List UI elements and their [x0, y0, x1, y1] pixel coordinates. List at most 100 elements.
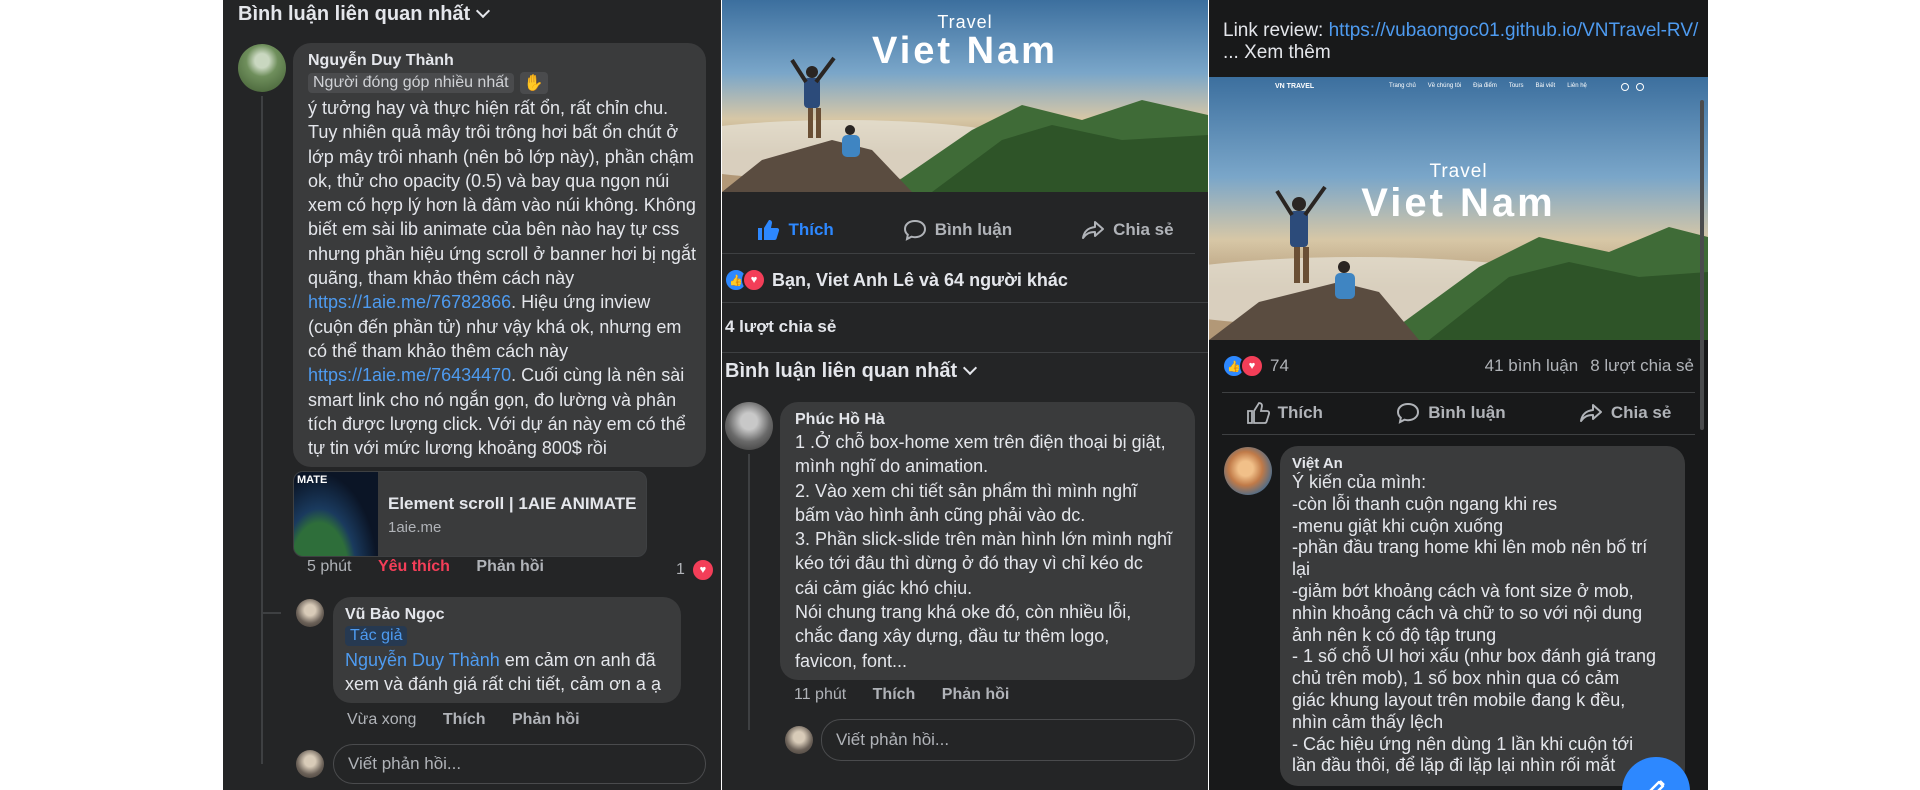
reply-input[interactable]: Viết phản hồi...: [821, 719, 1195, 761]
website-screenshot[interactable]: VN TRAVEL Trang chủ Về chúng tôi Địa điể…: [1209, 77, 1708, 340]
site-nav-item: Địa điểm: [1473, 83, 1497, 89]
like-button[interactable]: Thích: [756, 219, 834, 241]
reply-meta: Vừa xong Thích Phản hồi: [347, 711, 602, 729]
link-preview-card[interactable]: MATE Element scroll | 1AIE ANIMATE 1aie.…: [293, 471, 647, 557]
comment-text: ý tưởng hay và thực hiện rất ổn, rất chỉ…: [308, 96, 696, 462]
scrollbar[interactable]: [1700, 100, 1704, 430]
comment-line: kéo tới đâu thì dừng ở đó thay vì chỉ ké…: [795, 553, 1143, 574]
like-button[interactable]: Thích: [1246, 402, 1323, 424]
reaction-summary[interactable]: 👍 ♥ 74: [1222, 354, 1289, 378]
site-nav-item: Liên hệ: [1567, 83, 1587, 89]
like-button[interactable]: Thích: [443, 711, 486, 728]
thread-line: [261, 96, 263, 764]
comment-line: -còn lỗi thanh cuộn ngang khi res: [1292, 493, 1558, 514]
reaction-count: 1: [676, 561, 685, 578]
reaction-count: 74: [1270, 356, 1289, 375]
reply-input[interactable]: Viết phản hồi...: [333, 744, 706, 784]
comment-bubble: Nguyễn Duy Thành Người đóng góp nhiều nh…: [293, 43, 706, 467]
comment-line: ảnh nên k có độ tập trung: [1292, 624, 1497, 645]
comment-author[interactable]: Phúc Hồ Hà: [795, 411, 1190, 429]
review-link[interactable]: https://vubaongoc01.github.io/VNTravel-R…: [1329, 20, 1699, 41]
comment-author[interactable]: Việt An: [1292, 455, 1680, 472]
mention-link[interactable]: Nguyễn Duy Thành: [345, 650, 500, 670]
avatar[interactable]: [238, 44, 286, 92]
comment-meta: 5 phút Yêu thích Phản hồi: [307, 558, 566, 576]
thumbs-up-icon: [1246, 402, 1270, 424]
comments-count[interactable]: 41 bình luận: [1485, 356, 1579, 376]
avatar[interactable]: [725, 402, 773, 450]
comment-text: 1 .Ở chỗ box-home xem trên điện thoại bị…: [795, 430, 1190, 673]
divider: [1222, 434, 1695, 435]
site-user-icon: [1636, 83, 1644, 91]
comment-reaction-count[interactable]: 1 ♥: [676, 558, 715, 582]
comment-text: Ý kiến của mình: -còn lỗi thanh cuộn nga…: [1292, 472, 1680, 777]
wave-icon: ✋: [519, 72, 548, 94]
avatar: [296, 750, 324, 778]
comment-button[interactable]: Bình luận: [903, 219, 1012, 241]
comment-link[interactable]: https://1aie.me/76434470: [308, 365, 511, 385]
comment-sort-label: Bình luận liên quan nhất: [238, 3, 471, 25]
thread-branch: [261, 612, 281, 614]
site-nav-item: Về chúng tôi: [1427, 83, 1462, 89]
comment-button[interactable]: Bình luận: [1396, 402, 1506, 424]
top-contributor-badge: Người đóng góp nhiều nhất: [308, 73, 514, 93]
post-image[interactable]: Travel Viet Nam: [722, 0, 1208, 192]
reaction-summary[interactable]: 👍 ♥ Bạn, Viet Anh Lê và 64 người khác: [724, 268, 1068, 292]
shares-count[interactable]: 8 lượt chia sẻ: [1590, 356, 1694, 376]
comment-time[interactable]: 5 phút: [307, 558, 351, 575]
heart-icon: ♥: [690, 558, 715, 582]
post-action-bar: Thích Bình luận Chia sẻ: [1209, 394, 1708, 432]
reply-button[interactable]: Phản hồi: [942, 686, 1010, 703]
comment-line: lần đầu thôi, để lặp đi lặp lại nhìn rối…: [1292, 755, 1616, 776]
reply-bubble: Vũ Bảo Ngọc Tác giả Nguyễn Duy Thành em …: [333, 597, 681, 703]
reply-text: Nguyễn Duy Thành em cảm ơn anh đã xem và…: [345, 648, 671, 697]
comment-label: Bình luận: [934, 220, 1013, 239]
love-reaction-button[interactable]: Yêu thích: [378, 558, 450, 575]
comment-icon: [903, 219, 926, 241]
reply-time[interactable]: Vừa xong: [347, 711, 416, 728]
share-label: Chia sẻ: [1113, 220, 1174, 239]
hero-big-title: Viet Nam: [872, 30, 1058, 72]
thumbs-up-icon: [758, 220, 780, 240]
share-icon: [1082, 221, 1105, 239]
avatar[interactable]: [1224, 447, 1272, 495]
heart-reaction-icon: ♥: [1240, 354, 1264, 378]
comment-time[interactable]: 11 phút: [794, 686, 846, 703]
share-button[interactable]: Chia sẻ: [1081, 219, 1174, 241]
shares-count[interactable]: 4 lượt chia sẻ: [725, 317, 836, 337]
like-label: Thích: [1277, 403, 1323, 422]
site-nav: Trang chủ Về chúng tôi Địa điểm Tours Bà…: [1389, 83, 1587, 89]
site-logo: VN TRAVEL: [1275, 83, 1315, 90]
comment-line: Nói chung trang khá oke đó, còn nhiều lỗ…: [795, 602, 1132, 623]
like-label: Thích: [788, 220, 834, 239]
see-more-link[interactable]: ... Xem thêm: [1223, 42, 1331, 63]
comment-sort-dropdown[interactable]: Bình luận liên quan nhất: [238, 3, 491, 26]
site-nav-item: Bài viết: [1535, 83, 1556, 89]
link-preview-title: Element scroll | 1AIE ANIMATE: [388, 494, 637, 513]
comment-line: -phần đầu trang home khi lên mob nên bố …: [1292, 537, 1648, 558]
comment-line: mình nghĩ do animation.: [795, 456, 989, 477]
right-post-panel: Link review: https://vubaongoc01.github.…: [1209, 0, 1708, 790]
comment-link[interactable]: https://1aie.me/76782866: [308, 292, 511, 312]
share-button[interactable]: Chia sẻ: [1579, 402, 1671, 424]
post-action-bar: Thích Bình luận Chia sẻ: [722, 210, 1208, 250]
reply-input-placeholder: Viết phản hồi...: [836, 730, 950, 749]
comment-author[interactable]: Nguyễn Duy Thành: [308, 52, 696, 70]
comment-line: bấm vào hình ảnh cũng phải vào dc.: [795, 504, 1086, 525]
comment-line: 3. Phần slick-slide trên màn hình lớn mì…: [795, 529, 1172, 550]
hero-big-title: Viet Nam: [1361, 181, 1556, 225]
comment-line: nhìn cảm thấy lệch: [1292, 711, 1444, 732]
reply-button[interactable]: Phản hồi: [476, 558, 544, 575]
divider: [722, 302, 1208, 303]
like-button[interactable]: Thích: [873, 686, 916, 703]
site-nav-item: Tours: [1508, 83, 1524, 89]
heart-reaction-icon: ♥: [742, 268, 766, 292]
link-prefix: Link review:: [1223, 20, 1329, 41]
divider: [722, 352, 1208, 353]
reply-author[interactable]: Vũ Bảo Ngọc: [345, 606, 671, 624]
post-stats: 41 bình luận 8 lượt chia sẻ: [1485, 356, 1694, 376]
comment-sort-dropdown[interactable]: Bình luận liên quan nhất: [725, 360, 978, 383]
comment-line: nhìn khoảng cách và chữ to so với nội du…: [1292, 602, 1643, 623]
avatar[interactable]: [296, 599, 324, 627]
reply-button[interactable]: Phản hồi: [512, 711, 580, 728]
